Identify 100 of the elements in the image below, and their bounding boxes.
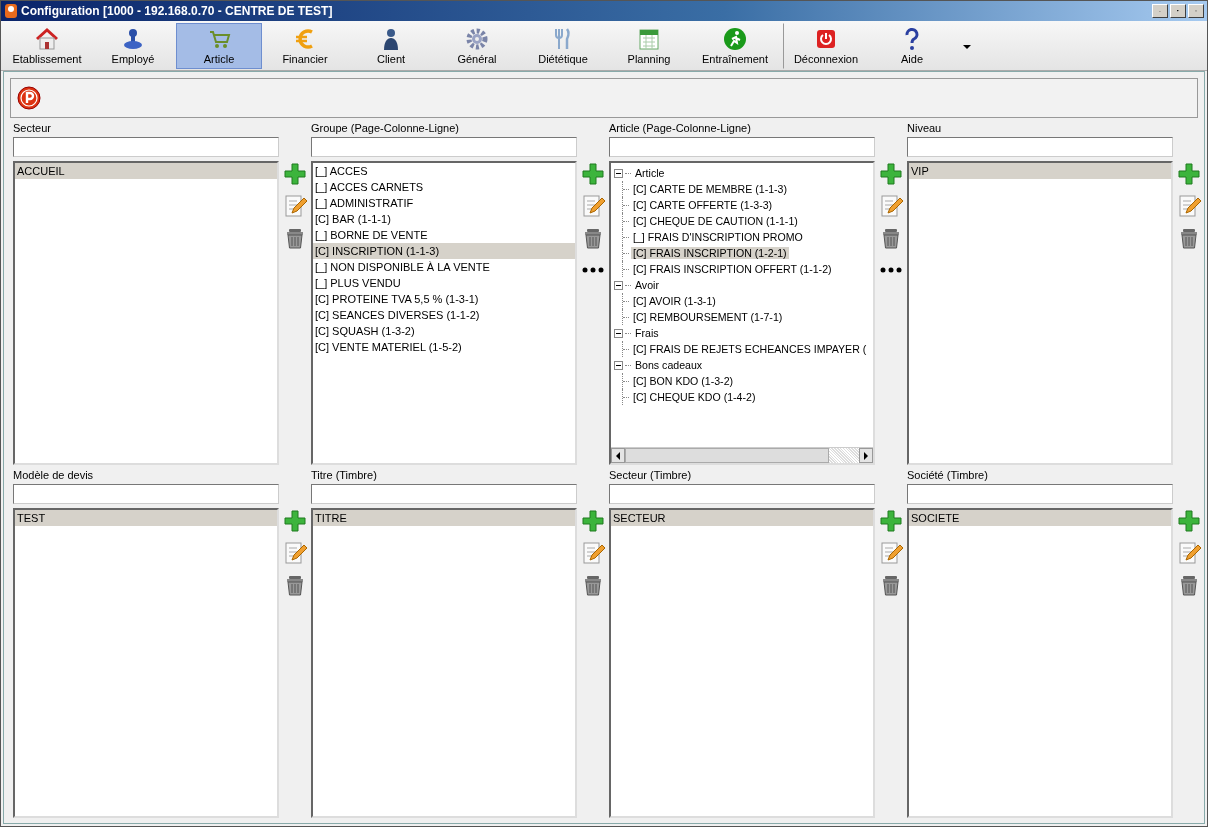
list-item[interactable]: ACCUEIL (15, 163, 277, 179)
pencil-note-icon (581, 541, 605, 565)
toolbar-button[interactable]: Déconnexion (783, 23, 869, 69)
plus-icon (879, 509, 903, 533)
list-item[interactable]: [C] INSCRIPTION (1-1-3) (313, 243, 575, 259)
list-item[interactable]: [_] ADMINISTRATIF (313, 195, 575, 211)
horizontal-scrollbar[interactable] (611, 447, 873, 463)
power-icon (814, 27, 838, 51)
runner-icon (723, 27, 747, 51)
collapse-icon[interactable] (614, 168, 623, 178)
close-button[interactable] (1188, 4, 1204, 18)
list-item[interactable]: [_] PLUS VENDU (313, 275, 575, 291)
edit-button[interactable] (1177, 194, 1201, 218)
tree-item[interactable]: Avoir (633, 279, 661, 291)
dropdown-arrow-icon[interactable] (963, 44, 971, 49)
toolbar-button[interactable]: Article (176, 23, 262, 69)
tree-item[interactable]: [C] CARTE DE MEMBRE (1-1-3) (631, 183, 790, 195)
edit-button[interactable] (1177, 541, 1201, 565)
list-item[interactable]: SOCIETE (909, 510, 1171, 526)
list-item[interactable]: [C] VENTE MATERIEL (1-5-2) (313, 339, 575, 355)
tree-item[interactable]: [C] AVOIR (1-3-1) (631, 295, 718, 307)
tree-item[interactable]: [C] REMBOURSEMENT (1-7-1) (631, 311, 785, 323)
collapse-icon[interactable] (614, 328, 623, 338)
collapse-icon[interactable] (614, 280, 623, 290)
filter-field[interactable] (907, 137, 1173, 157)
add-button[interactable] (879, 509, 903, 533)
toolbar-button[interactable]: Planning (606, 23, 692, 69)
gear-icon (465, 27, 489, 51)
filter-field[interactable] (609, 484, 875, 504)
toolbar-button[interactable]: Etablissement (4, 23, 90, 69)
calendar-icon (637, 27, 661, 51)
window-title: Configuration [1000 - 192.168.0.70 - CENTRE DE TEST] (21, 4, 334, 18)
stamp-icon (121, 27, 145, 51)
add-button[interactable] (1177, 162, 1201, 186)
add-button[interactable] (879, 162, 903, 186)
list-item[interactable]: [C] SEANCES DIVERSES (1-1-2) (313, 307, 575, 323)
field-label: Niveau (907, 121, 943, 136)
collapse-icon[interactable] (614, 360, 623, 370)
list-item[interactable]: [_] BORNE DE VENTE (313, 227, 575, 243)
pencil-note-icon (879, 541, 903, 565)
edit-button[interactable] (879, 194, 903, 218)
list-item[interactable]: VIP (909, 163, 1171, 179)
edit-button[interactable] (283, 194, 307, 218)
tree-item[interactable]: Frais (633, 327, 661, 339)
toolbar-button[interactable]: Entraînement (692, 23, 778, 69)
filter-field[interactable] (13, 484, 279, 504)
toolbar-button[interactable]: Diététique (520, 23, 606, 69)
tree-item[interactable]: [C] CHEQUE DE CAUTION (1-1-1) (631, 215, 800, 227)
ellipsis-icon (582, 267, 604, 273)
tree-item[interactable]: [C] FRAIS INSCRIPTION OFFERT (1-1-2) (631, 263, 834, 275)
tree-item[interactable]: [C] BON KDO (1-3-2) (631, 375, 736, 387)
toolbar-button[interactable]: Client (348, 23, 434, 69)
minimize-button[interactable] (1152, 4, 1168, 18)
list-item[interactable]: [C] SQUASH (1-3-2) (313, 323, 575, 339)
edit-button[interactable] (581, 194, 605, 218)
toolbar-button[interactable]: Général (434, 23, 520, 69)
filter-field[interactable] (609, 137, 875, 157)
app-icon (4, 3, 18, 19)
list-item[interactable]: [_] ACCES (313, 163, 575, 179)
tree-item[interactable]: [_] FRAIS D'INSCRIPTION PROMO (631, 231, 805, 243)
edit-button[interactable] (283, 541, 307, 565)
plus-icon (581, 162, 605, 186)
list-item[interactable]: TEST (15, 510, 277, 526)
add-button[interactable] (581, 162, 605, 186)
scrollbar-thumb[interactable] (625, 448, 829, 463)
toolbar-button[interactable]: Employé (90, 23, 176, 69)
ellipsis-icon (880, 267, 902, 273)
field-label: Société (Timbre) (907, 468, 989, 483)
filter-field[interactable] (311, 484, 577, 504)
list-item[interactable]: [C] BAR (1-1-1) (313, 211, 575, 227)
maximize-button[interactable] (1170, 4, 1186, 18)
toolbar-button[interactable]: Financier (262, 23, 348, 69)
field-label: Article (Page-Colonne-Ligne) (609, 121, 752, 136)
add-button[interactable] (283, 162, 307, 186)
filter-field[interactable] (907, 484, 1173, 504)
field-label: Secteur (13, 121, 52, 136)
tree-item[interactable]: Bons cadeaux (633, 359, 705, 371)
left-arrow-icon (616, 451, 620, 460)
tree-item[interactable]: [C] FRAIS DE REJETS ECHEANCES IMPAYER ( (631, 343, 869, 355)
field-label: Modèle de devis (13, 468, 95, 483)
tree-item[interactable]: Article (633, 167, 667, 179)
add-button[interactable] (283, 509, 307, 533)
add-button[interactable] (581, 509, 605, 533)
list-item[interactable]: [_] ACCES CARNETS (313, 179, 575, 195)
tree-item[interactable]: [C] CHEQUE KDO (1-4-2) (631, 391, 758, 403)
edit-button[interactable] (879, 541, 903, 565)
field-label: Secteur (Timbre) (609, 468, 693, 483)
add-button[interactable] (1177, 509, 1201, 533)
toolbar-button[interactable]: Aide (869, 23, 955, 69)
list-item[interactable]: [C] PROTEINE TVA 5,5 % (1-3-1) (313, 291, 575, 307)
plus-icon (581, 509, 605, 533)
tree-item[interactable]: [C] FRAIS INSCRIPTION (1-2-1) (631, 247, 789, 259)
tree-item[interactable]: [C] CARTE OFFERTE (1-3-3) (631, 199, 775, 211)
edit-button[interactable] (581, 541, 605, 565)
list-item[interactable]: SECTEUR (611, 510, 873, 526)
list-item[interactable]: TITRE (313, 510, 575, 526)
filter-field[interactable] (13, 137, 279, 157)
p-logo-icon (17, 86, 41, 110)
list-item[interactable]: [_] NON DISPONIBLE À LA VENTE (313, 259, 575, 275)
filter-field[interactable] (311, 137, 577, 157)
